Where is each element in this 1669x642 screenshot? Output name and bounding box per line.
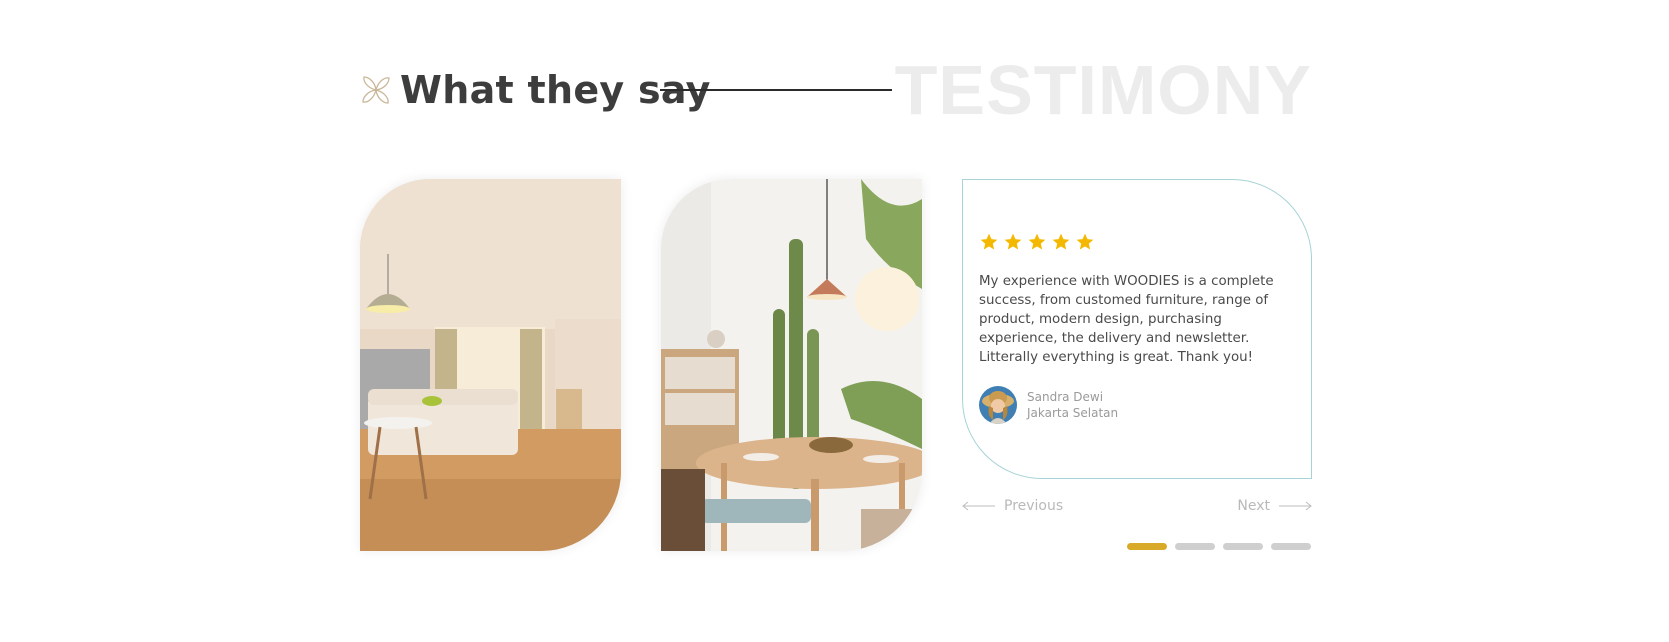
leaf-ornament-icon xyxy=(362,76,390,104)
pagination-dot-4[interactable] xyxy=(1271,543,1311,550)
previous-button[interactable]: Previous xyxy=(962,498,1063,514)
star-icon xyxy=(1028,233,1046,250)
star-icon xyxy=(1004,233,1022,250)
testimony-watermark: TESTIMONY xyxy=(894,51,1312,129)
star-icon xyxy=(980,233,998,250)
bedroom-photo xyxy=(360,179,621,551)
testimonial-card: My experience with WOODIES is a complete… xyxy=(962,179,1312,479)
title-divider-line xyxy=(660,89,892,91)
avatar xyxy=(979,386,1017,424)
author-location: Jakarta Selatan xyxy=(1027,406,1119,420)
star-icon xyxy=(1052,233,1070,250)
testimonial-navigation: Previous Next xyxy=(962,498,1312,518)
rating-stars xyxy=(979,232,1095,252)
author-name: Sandra Dewi xyxy=(1027,390,1104,404)
section-header: What they say TESTIMONY xyxy=(360,50,1312,130)
star-icon xyxy=(1076,233,1094,250)
next-button[interactable]: Next xyxy=(1237,498,1312,514)
pagination-dot-1[interactable] xyxy=(1127,543,1167,550)
next-label: Next xyxy=(1237,498,1270,514)
pagination-dots xyxy=(1127,543,1311,550)
dining-room-photo xyxy=(661,179,922,551)
pagination-dot-3[interactable] xyxy=(1223,543,1263,550)
arrow-right-icon xyxy=(1279,501,1312,511)
previous-label: Previous xyxy=(1004,498,1064,514)
arrow-left-icon xyxy=(962,501,995,511)
pagination-dot-2[interactable] xyxy=(1175,543,1215,550)
testimonial-author: Sandra Dewi Jakarta Selatan xyxy=(979,386,1118,424)
testimonial-quote: My experience with WOODIES is a complete… xyxy=(979,274,1274,365)
